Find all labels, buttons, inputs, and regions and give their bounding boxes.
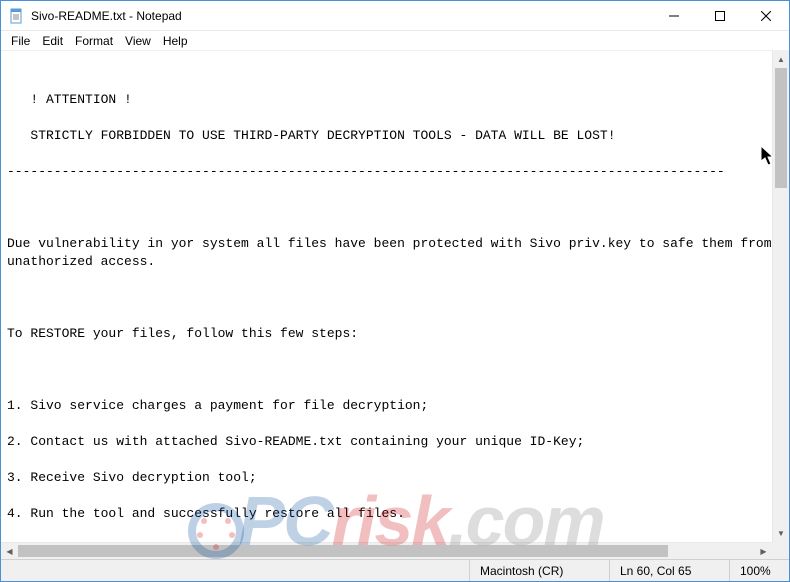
- status-encoding: Macintosh (CR): [469, 560, 609, 581]
- status-zoom: 100%: [729, 560, 789, 581]
- hscroll-thumb[interactable]: [18, 545, 668, 557]
- scroll-down-arrow-icon[interactable]: ▼: [773, 525, 789, 542]
- editor-wrap: ! ATTENTION ! STRICTLY FORBIDDEN TO USE …: [1, 51, 789, 542]
- status-position: Ln 60, Col 65: [609, 560, 729, 581]
- hscroll-track[interactable]: [18, 543, 755, 559]
- menu-file[interactable]: File: [5, 33, 36, 49]
- menu-view[interactable]: View: [119, 33, 157, 49]
- menu-format[interactable]: Format: [69, 33, 119, 49]
- statusbar: Macintosh (CR) Ln 60, Col 65 100%: [1, 559, 789, 581]
- vscroll-thumb[interactable]: [775, 68, 787, 188]
- scroll-corner: [772, 542, 789, 559]
- editor-content[interactable]: ! ATTENTION ! STRICTLY FORBIDDEN TO USE …: [1, 51, 772, 542]
- notepad-icon: [9, 8, 25, 24]
- menu-help[interactable]: Help: [157, 33, 194, 49]
- window-title: Sivo-README.txt - Notepad: [31, 9, 651, 23]
- menubar: File Edit Format View Help: [1, 31, 789, 51]
- vertical-scrollbar[interactable]: ▲ ▼: [772, 51, 789, 542]
- close-button[interactable]: [743, 1, 789, 31]
- maximize-button[interactable]: [697, 1, 743, 31]
- scroll-up-arrow-icon[interactable]: ▲: [773, 51, 789, 68]
- minimize-button[interactable]: [651, 1, 697, 31]
- menu-edit[interactable]: Edit: [36, 33, 69, 49]
- horizontal-scrollbar[interactable]: ◀ ▶: [1, 542, 772, 559]
- titlebar: Sivo-README.txt - Notepad: [1, 1, 789, 31]
- scroll-left-arrow-icon[interactable]: ◀: [1, 543, 18, 559]
- text-editor[interactable]: ! ATTENTION ! STRICTLY FORBIDDEN TO USE …: [1, 51, 772, 542]
- scroll-right-arrow-icon[interactable]: ▶: [755, 543, 772, 559]
- vscroll-track[interactable]: [773, 68, 789, 525]
